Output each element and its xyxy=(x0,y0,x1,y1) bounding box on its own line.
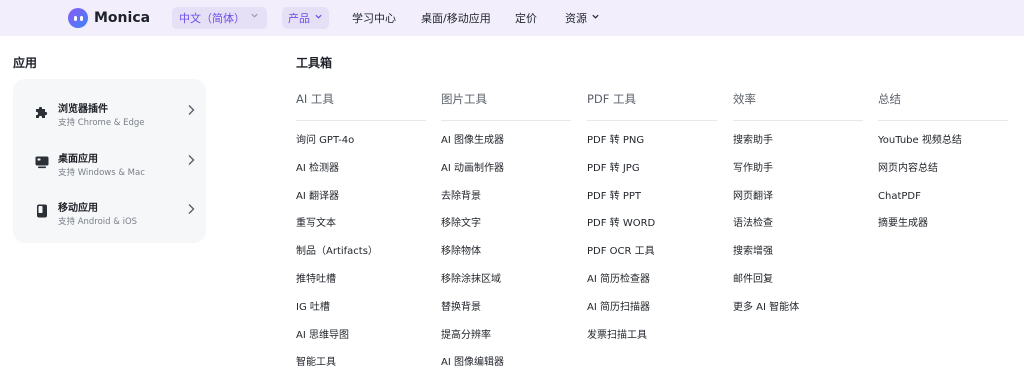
tool-link[interactable]: 询问 GPT-4o xyxy=(296,134,378,162)
tool-link[interactable]: PDF 转 WORD xyxy=(587,217,655,245)
toolbox-title: 工具箱 xyxy=(296,56,333,70)
column-heading: PDF 工具 xyxy=(587,92,637,106)
tool-link[interactable]: 网页翻译 xyxy=(733,190,799,218)
tool-link[interactable]: AI 简历扫描器 xyxy=(587,301,655,329)
apps-card: 浏览器插件 支持 Chrome & Edge 桌面应用 支持 Windows &… xyxy=(13,79,206,243)
nav-pricing[interactable]: 定价 xyxy=(515,7,537,29)
tool-link[interactable]: 移除文字 xyxy=(441,217,504,245)
tool-link[interactable]: 写作助手 xyxy=(733,162,799,190)
chevron-right-icon xyxy=(185,102,197,116)
tool-link[interactable]: 更多 AI 智能体 xyxy=(733,301,799,329)
chevron-right-icon xyxy=(185,152,197,166)
tool-link[interactable]: 移除涂抹区域 xyxy=(441,273,504,301)
tool-link[interactable]: 发票扫描工具 xyxy=(587,329,655,357)
column-heading: 图片工具 xyxy=(441,92,487,106)
tool-link[interactable]: 语法检查 xyxy=(733,217,799,245)
chevron-right-icon xyxy=(185,201,197,215)
tool-link[interactable]: AI 思维导图 xyxy=(296,329,378,357)
app-browser-extension-subtitle: 支持 Chrome & Edge xyxy=(58,118,145,128)
toolbox-column-summary: 总结 YouTube 视频总结 网页内容总结 ChatPDF 摘要生成器 xyxy=(878,91,1008,229)
puzzle-icon xyxy=(34,104,50,120)
language-select[interactable]: 中文（简体） xyxy=(172,7,267,29)
nav-desktop-mobile-label: 桌面/移动应用 xyxy=(421,12,491,25)
tool-link[interactable]: 搜索助手 xyxy=(733,134,799,162)
tool-link[interactable]: 去除背景 xyxy=(441,190,504,218)
column-heading: 效率 xyxy=(733,92,756,106)
divider xyxy=(587,120,717,121)
tool-link[interactable]: AI 动画制作器 xyxy=(441,162,504,190)
nav-desktop-mobile[interactable]: 桌面/移动应用 xyxy=(421,7,491,29)
tool-link[interactable]: 提高分辨率 xyxy=(441,329,504,357)
tool-link[interactable]: 智能工具 xyxy=(296,356,378,384)
toolbox-column-productivity: 效率 搜索助手 写作助手 网页翻译 语法检查 搜索增强 邮件回复 更多 AI 智… xyxy=(733,91,863,313)
tool-link[interactable]: 制品（Artifacts） xyxy=(296,245,378,273)
tool-link[interactable]: IG 吐槽 xyxy=(296,301,378,329)
divider xyxy=(733,120,863,121)
nav-products[interactable]: 产品 xyxy=(282,7,329,29)
column-items: AI 图像生成器 AI 动画制作器 去除背景 移除文字 移除物体 移除涂抹区域 … xyxy=(441,134,504,384)
tool-link[interactable]: AI 翻译器 xyxy=(296,190,378,218)
column-items: PDF 转 PNG PDF 转 JPG PDF 转 PPT PDF 转 WORD… xyxy=(587,134,655,356)
toolbox-column-ai-tools: AI 工具 询问 GPT-4o AI 检测器 AI 翻译器 重写文本 制品（Ar… xyxy=(296,91,426,368)
app-mobile[interactable]: 移动应用 支持 Android & iOS xyxy=(13,190,206,238)
tool-link[interactable]: 网页内容总结 xyxy=(878,162,962,190)
tool-link[interactable]: PDF 转 PNG xyxy=(587,134,655,162)
nav-pricing-label: 定价 xyxy=(515,12,537,25)
tool-link[interactable]: AI 简历检查器 xyxy=(587,273,655,301)
app-desktop[interactable]: 桌面应用 支持 Windows & Mac xyxy=(13,141,206,189)
app-mobile-subtitle: 支持 Android & iOS xyxy=(58,217,138,227)
column-heading: 总结 xyxy=(878,92,901,106)
tool-link[interactable]: YouTube 视频总结 xyxy=(878,134,962,162)
monitor-icon xyxy=(34,154,50,170)
divider xyxy=(296,120,426,121)
nav-learning-center[interactable]: 学习中心 xyxy=(352,7,396,29)
column-items: YouTube 视频总结 网页内容总结 ChatPDF 摘要生成器 xyxy=(878,134,962,245)
top-nav: Monica 中文（简体） 产品 学习中心 桌面/移动应用 定价 资源 xyxy=(0,0,1024,36)
brand-name: Monica xyxy=(94,10,151,26)
tool-link[interactable]: 邮件回复 xyxy=(733,273,799,301)
tool-link[interactable]: AI 图像编辑器 xyxy=(441,356,504,384)
tool-link[interactable]: 推特吐槽 xyxy=(296,273,378,301)
divider xyxy=(441,120,571,121)
tool-link[interactable]: AI 检测器 xyxy=(296,162,378,190)
apps-title: 应用 xyxy=(13,56,38,70)
tool-link[interactable]: PDF 转 PPT xyxy=(587,190,655,218)
divider xyxy=(878,120,1008,121)
app-mobile-title: 移动应用 xyxy=(58,203,98,214)
app-browser-extension-title: 浏览器插件 xyxy=(58,104,108,115)
phone-icon xyxy=(34,203,50,219)
language-label: 中文（简体） xyxy=(179,12,245,25)
column-items: 搜索助手 写作助手 网页翻译 语法检查 搜索增强 邮件回复 更多 AI 智能体 xyxy=(733,134,799,329)
app-browser-extension[interactable]: 浏览器插件 支持 Chrome & Edge xyxy=(13,91,206,139)
nav-products-label: 产品 xyxy=(288,12,310,25)
chevron-down-icon xyxy=(250,11,259,23)
chevron-down-icon xyxy=(591,12,600,24)
tool-link[interactable]: 摘要生成器 xyxy=(878,217,962,245)
tool-link[interactable]: PDF OCR 工具 xyxy=(587,245,655,273)
chevron-down-icon xyxy=(314,12,323,24)
brand-logo[interactable]: Monica xyxy=(68,8,150,28)
column-heading: AI 工具 xyxy=(296,92,334,106)
tool-link[interactable]: PDF 转 JPG xyxy=(587,162,655,190)
toolbox-column-pdf-tools: PDF 工具 PDF 转 PNG PDF 转 JPG PDF 转 PPT PDF… xyxy=(587,91,717,341)
tool-link[interactable]: 重写文本 xyxy=(296,217,378,245)
app-desktop-title: 桌面应用 xyxy=(58,154,98,165)
nav-resources-label: 资源 xyxy=(565,12,587,25)
app-desktop-subtitle: 支持 Windows & Mac xyxy=(58,168,145,178)
nav-learning-center-label: 学习中心 xyxy=(352,12,396,25)
column-items: 询问 GPT-4o AI 检测器 AI 翻译器 重写文本 制品（Artifact… xyxy=(296,134,378,384)
tool-link[interactable]: 搜索增强 xyxy=(733,245,799,273)
nav-resources[interactable]: 资源 xyxy=(565,7,600,29)
tool-link[interactable]: 移除物体 xyxy=(441,245,504,273)
tool-link[interactable]: AI 图像生成器 xyxy=(441,134,504,162)
monica-logo-icon xyxy=(68,8,88,28)
toolbox-column-image-tools: 图片工具 AI 图像生成器 AI 动画制作器 去除背景 移除文字 移除物体 移除… xyxy=(441,91,571,368)
tool-link[interactable]: ChatPDF xyxy=(878,190,962,218)
tool-link[interactable]: 替换背景 xyxy=(441,301,504,329)
